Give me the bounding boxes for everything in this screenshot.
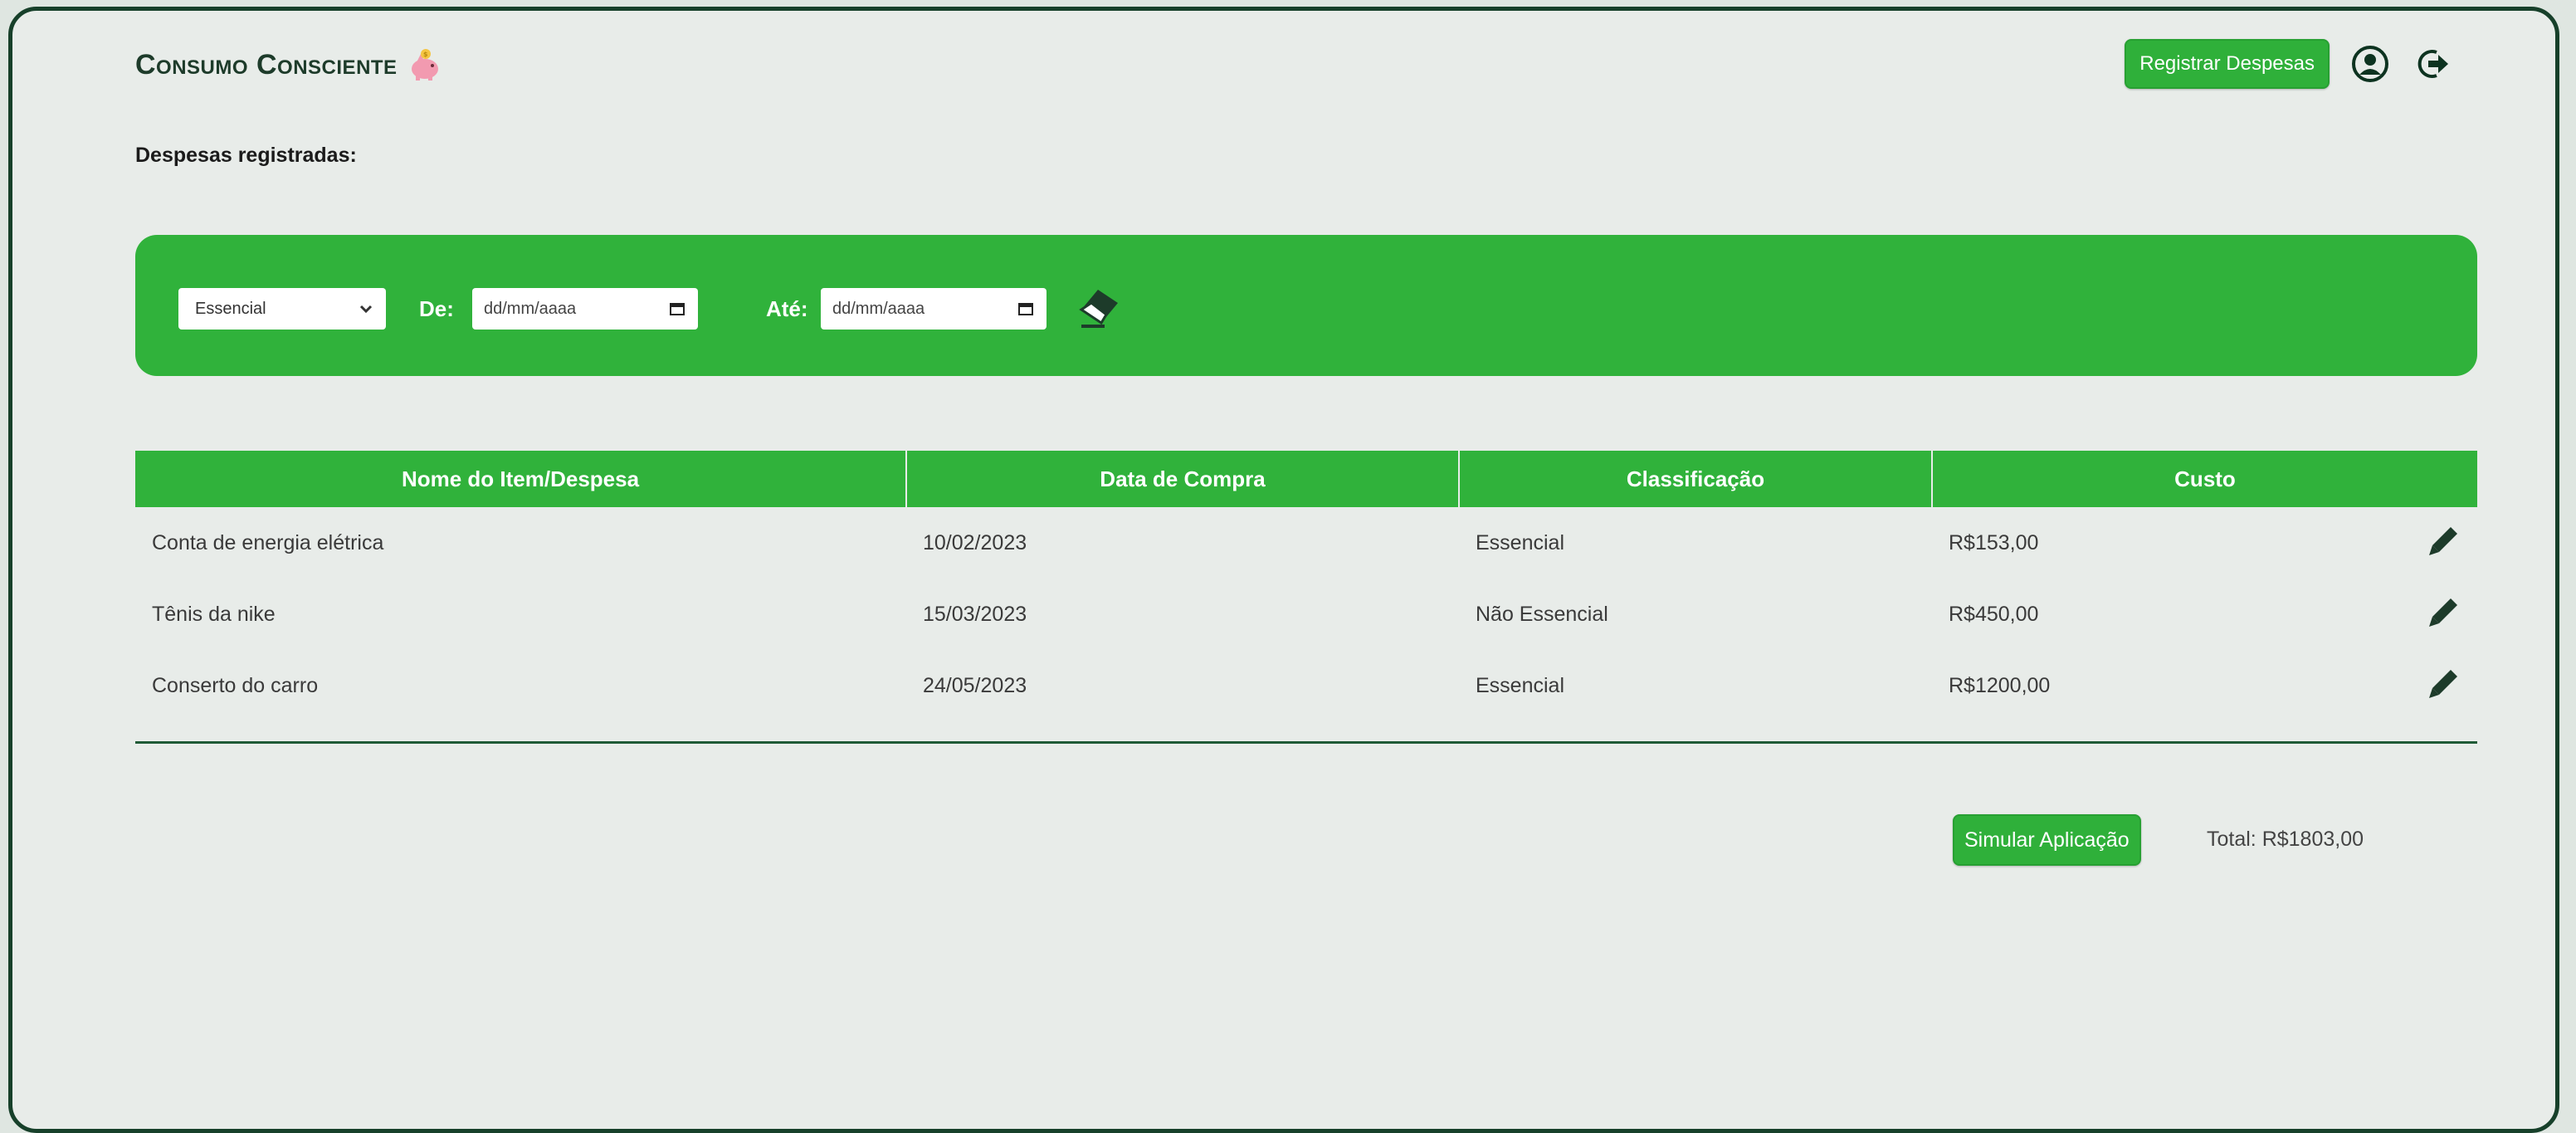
table-divider: [135, 741, 2477, 744]
column-header-classification: Classificação: [1459, 451, 1933, 507]
total-amount: Total: R$1803,00: [2207, 828, 2364, 851]
cell-classification: Essencial: [1476, 673, 1564, 697]
from-label: De:: [419, 296, 454, 321]
cell-name: Tênis da nike: [152, 602, 276, 626]
table-row: Tênis da nike 15/03/2023 Não Essencial R…: [135, 579, 2477, 650]
logout-icon[interactable]: [2411, 42, 2456, 86]
cell-cost: R$153,00: [1949, 530, 2039, 554]
expenses-table: Nome do Item/Despesa Data de Compra Clas…: [135, 451, 2477, 721]
category-select-value: Essencial: [195, 299, 266, 318]
table-row: Conta de energia elétrica 10/02/2023 Ess…: [135, 507, 2477, 579]
pencil-icon[interactable]: [2427, 595, 2461, 628]
category-select[interactable]: Essencial: [178, 288, 386, 330]
pencil-icon[interactable]: [2427, 524, 2461, 557]
edit-cell: [2394, 507, 2477, 579]
cell-classification: Não Essencial: [1476, 602, 1608, 626]
edit-cell: [2394, 650, 2477, 721]
column-header-name: Nome do Item/Despesa: [135, 451, 907, 507]
svg-text:$: $: [423, 51, 428, 58]
filter-bar: Essencial De: dd/mm/aaaa Até: dd/mm/aaaa: [135, 235, 2477, 376]
user-circle-icon[interactable]: [2348, 42, 2393, 86]
to-label: Até:: [766, 296, 808, 321]
cell-date: 24/05/2023: [923, 673, 1027, 697]
pencil-icon[interactable]: [2427, 667, 2461, 700]
header-actions: Registrar Despesas: [2125, 39, 2456, 89]
to-date-input[interactable]: dd/mm/aaaa: [821, 288, 1046, 330]
cell-name: Conta de energia elétrica: [152, 530, 384, 554]
column-header-date: Data de Compra: [906, 451, 1460, 507]
eraser-icon[interactable]: [1076, 285, 1123, 331]
app-title: Consumo Consciente: [135, 48, 398, 81]
brand[interactable]: Consumo Consciente $: [135, 47, 442, 82]
register-expenses-button[interactable]: Registrar Despesas: [2125, 39, 2330, 89]
cell-classification: Essencial: [1476, 530, 1564, 554]
table-header-row: Nome do Item/Despesa Data de Compra Clas…: [135, 451, 2477, 507]
to-date-placeholder: dd/mm/aaaa: [832, 299, 925, 318]
chevron-down-icon: [359, 305, 373, 314]
cell-cost: R$450,00: [1949, 602, 2039, 626]
table-row: Conserto do carro 24/05/2023 Essencial R…: [135, 650, 2477, 721]
cell-name: Conserto do carro: [152, 673, 319, 697]
from-date-input[interactable]: dd/mm/aaaa: [472, 288, 698, 330]
simulate-investment-button[interactable]: Simular Aplicação: [1953, 814, 2141, 866]
section-title: Despesas registradas:: [135, 144, 357, 167]
piggy-bank-icon: $: [411, 49, 438, 81]
column-header-cost: Custo: [1932, 451, 2477, 507]
cell-cost: R$1200,00: [1949, 673, 2051, 697]
calendar-icon: [670, 303, 685, 315]
app-window: Consumo Consciente $ Registrar Despesas: [8, 7, 2559, 1133]
cell-date: 15/03/2023: [923, 602, 1027, 626]
cell-date: 10/02/2023: [923, 530, 1027, 554]
edit-cell: [2394, 579, 2477, 650]
calendar-icon: [1018, 303, 1033, 315]
from-date-placeholder: dd/mm/aaaa: [484, 299, 577, 318]
